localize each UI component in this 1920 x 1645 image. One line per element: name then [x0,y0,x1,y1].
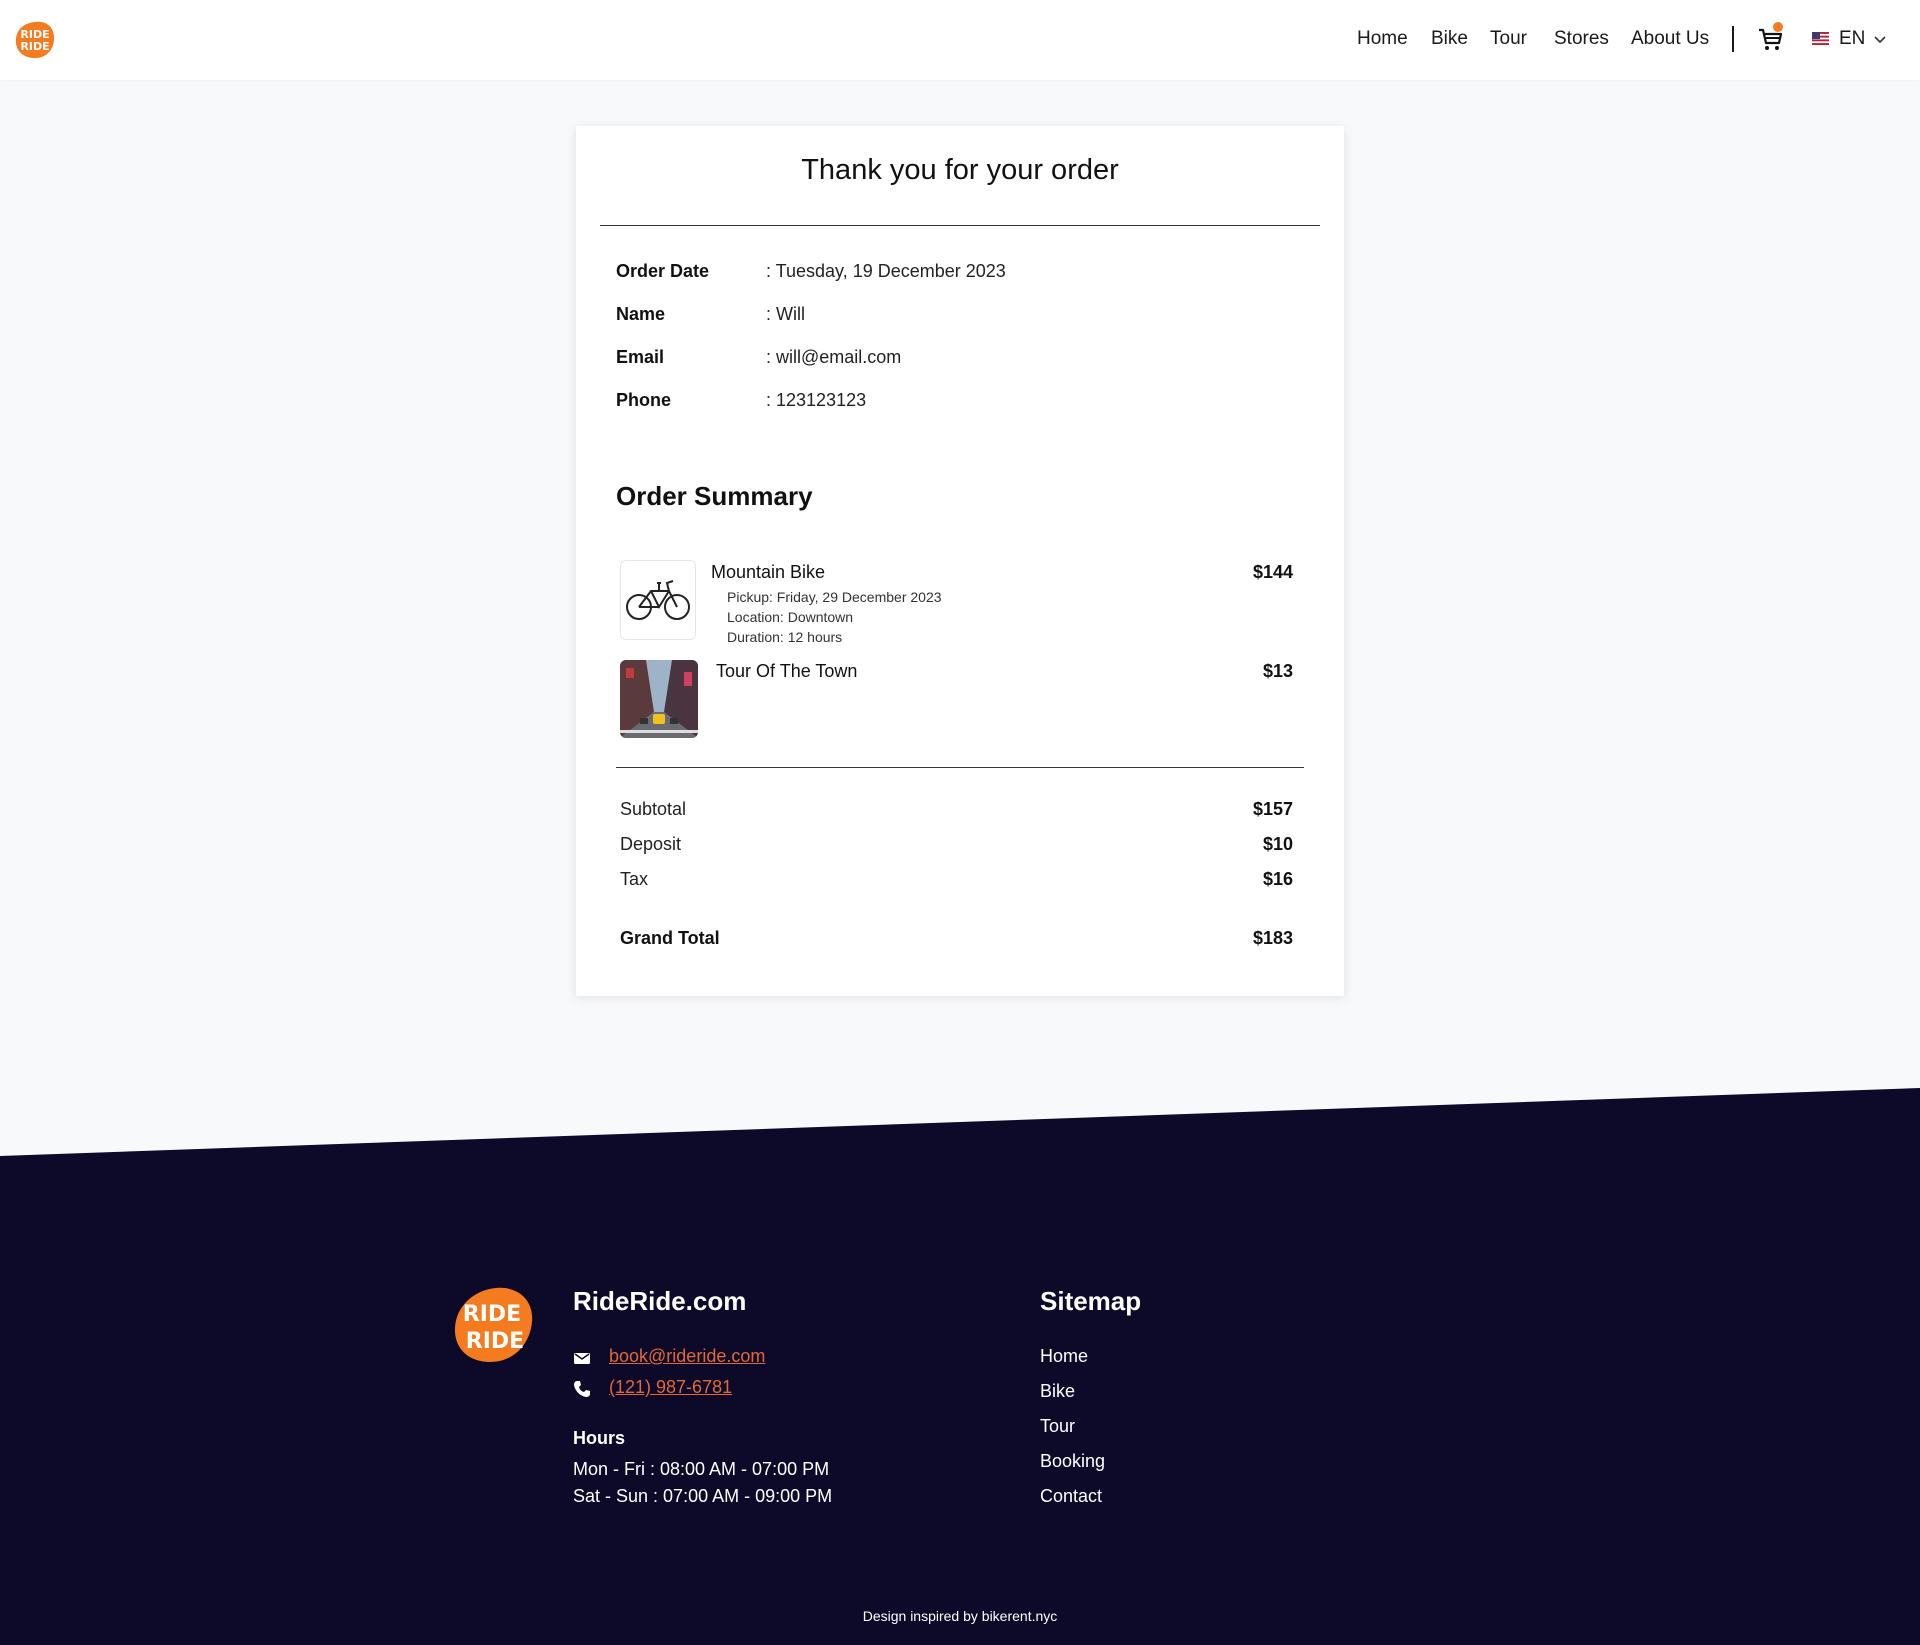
email-value: : will@email.com [766,347,902,367]
phone-value: : 123123123 [766,390,867,410]
item-price: $144 [1252,562,1293,582]
title-divider [600,225,1320,226]
order-date-value: : Tuesday, 19 December 2023 [766,261,1006,281]
footer-logo[interactable]: RIDE RIDE [452,1286,534,1364]
city-street-image [620,660,698,738]
tax-value: $16 [1262,869,1293,889]
sitemap-link-contact[interactable]: Contact [1040,1486,1102,1507]
nav-bike[interactable]: Bike [1431,28,1468,50]
phone-icon [574,1381,590,1397]
grand-total-label: Grand Total [620,928,720,948]
deposit-value: $10 [1262,834,1293,854]
footer-phone-link[interactable]: (121) 987-6781 [609,1377,732,1398]
email-label: Email [616,347,665,367]
nav-stores[interactable]: Stores [1554,28,1609,50]
item-location: Location: Downtown [727,609,854,625]
footer-brand: RideRide.com [573,1286,747,1316]
item-name: Mountain Bike [711,562,826,582]
site-header: RIDE RIDE Home Bike Tour Stores About Us… [0,0,1920,80]
hours-weekends: Sat - Sun : 07:00 AM - 09:00 PM [573,1486,833,1506]
grand-total-value: $183 [1252,928,1293,948]
hours-weekdays: Mon - Fri : 08:00 AM - 07:00 PM [573,1459,830,1479]
sitemap-title: Sitemap [1040,1286,1142,1316]
subtotal-value: $157 [1252,799,1293,819]
nav-about-us[interactable]: About Us [1631,28,1709,50]
summary-divider [616,767,1304,768]
item-duration: Duration: 12 hours [727,629,843,645]
page-title: Thank you for your order [801,154,1119,186]
order-date-label: Order Date [616,261,710,281]
us-flag-icon[interactable] [1812,32,1829,45]
footer-email-link[interactable]: book@rideride.com [609,1346,765,1367]
tax-label: Tax [620,869,649,889]
nav-home[interactable]: Home [1357,28,1408,50]
hours-title: Hours [573,1428,626,1448]
chevron-down-icon[interactable] [1872,31,1888,47]
sitemap-link-home[interactable]: Home [1040,1346,1088,1367]
nav-tour[interactable]: Tour [1490,28,1527,50]
phone-label: Phone [616,390,672,410]
subtotal-label: Subtotal [620,799,687,819]
cart-badge [1773,22,1783,32]
bicycle-icon [626,580,690,620]
nav-divider [1732,26,1734,52]
sitemap-link-tour[interactable]: Tour [1040,1416,1075,1437]
order-summary-title: Order Summary [616,481,813,511]
language-selector[interactable]: EN [1839,28,1865,50]
site-logo[interactable]: RIDE RIDE [14,20,56,60]
svg-text:RIDE: RIDE [20,40,49,53]
item-pickup: Pickup: Friday, 29 December 2023 [727,589,942,605]
order-confirmation-card: Thank you for your order Order Date : Tu… [576,126,1344,996]
sitemap-link-bike[interactable]: Bike [1040,1381,1075,1402]
item-thumbnail [620,660,698,738]
svg-text:RIDE: RIDE [463,1302,521,1327]
svg-text:RIDE: RIDE [466,1329,524,1354]
item-name: Tour Of The Town [716,661,858,681]
name-label: Name [616,304,666,324]
deposit-label: Deposit [620,834,682,854]
design-credit: Design inspired by bikerent.nyc [862,1608,1058,1624]
item-thumbnail [620,560,696,640]
item-price: $13 [1262,661,1293,681]
name-value: : Will [766,304,805,324]
sitemap-link-booking[interactable]: Booking [1040,1451,1105,1472]
mail-icon [574,1353,590,1364]
